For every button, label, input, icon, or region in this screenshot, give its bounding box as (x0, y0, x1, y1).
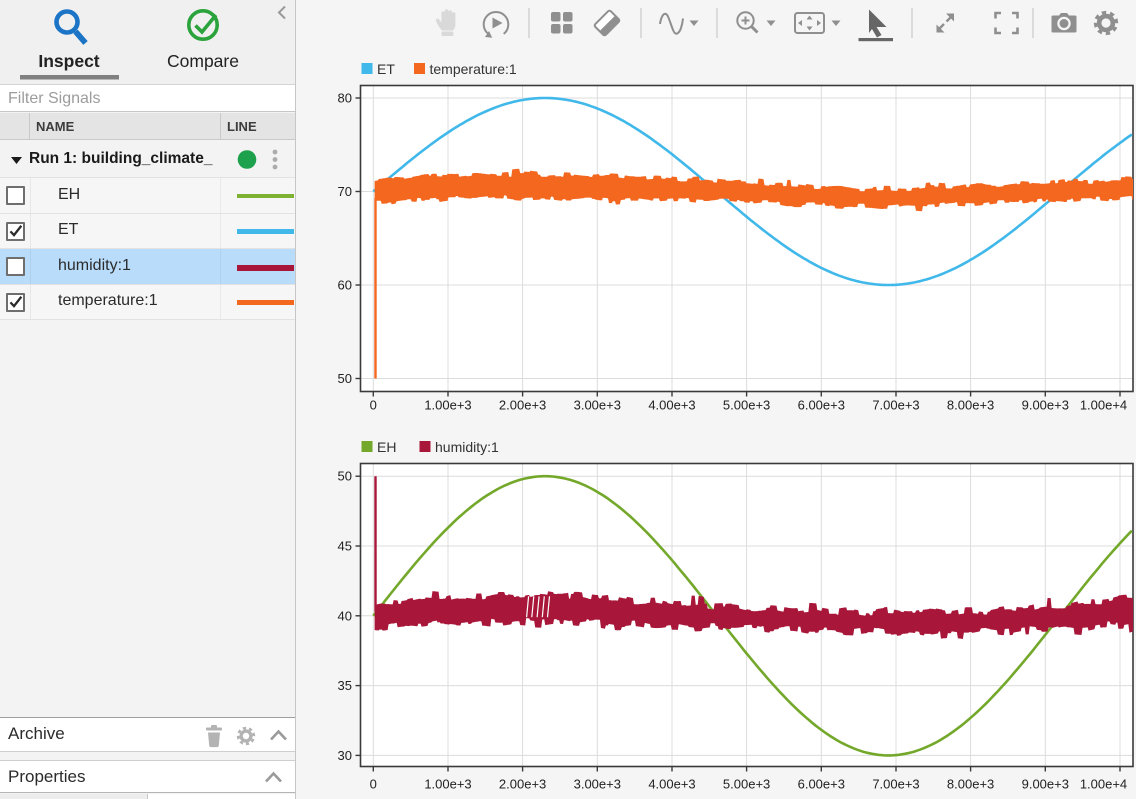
svg-text:3.00e+3: 3.00e+3 (574, 398, 621, 413)
svg-text:1.00e+3: 1.00e+3 (424, 777, 471, 792)
svg-text:humidity:1: humidity:1 (435, 439, 499, 455)
svg-text:1.00e+3: 1.00e+3 (424, 398, 471, 413)
svg-text:Compare: Compare (167, 51, 239, 71)
svg-text:2.00e+3: 2.00e+3 (499, 777, 546, 792)
svg-text:4.00e+3: 4.00e+3 (648, 398, 695, 413)
svg-text:Inspect: Inspect (38, 51, 99, 71)
svg-text:1.00e+4: 1.00e+4 (1080, 777, 1127, 792)
svg-text:2.00e+3: 2.00e+3 (499, 398, 546, 413)
svg-text:8.00e+3: 8.00e+3 (947, 398, 994, 413)
svg-text:9.00e+3: 9.00e+3 (1022, 777, 1069, 792)
svg-text:80: 80 (338, 91, 352, 106)
svg-text:7.00e+3: 7.00e+3 (872, 398, 919, 413)
svg-text:1.00e+4: 1.00e+4 (1080, 398, 1127, 413)
svg-text:70: 70 (338, 184, 352, 199)
svg-text:4.00e+3: 4.00e+3 (648, 777, 695, 792)
svg-text:temperature:1: temperature:1 (430, 61, 517, 77)
svg-text:50: 50 (338, 371, 352, 386)
svg-text:9.00e+3: 9.00e+3 (1022, 398, 1069, 413)
svg-text:5.00e+3: 5.00e+3 (723, 398, 770, 413)
svg-text:ET: ET (377, 61, 395, 77)
svg-text:8.00e+3: 8.00e+3 (947, 777, 994, 792)
svg-text:50: 50 (338, 469, 352, 484)
svg-text:0: 0 (370, 398, 377, 413)
svg-text:3.00e+3: 3.00e+3 (574, 777, 621, 792)
svg-text:6.00e+3: 6.00e+3 (798, 777, 845, 792)
svg-text:45: 45 (338, 539, 352, 554)
svg-text:40: 40 (338, 608, 352, 623)
svg-text:5.00e+3: 5.00e+3 (723, 777, 770, 792)
svg-text:30: 30 (338, 748, 352, 763)
svg-text:EH: EH (377, 439, 396, 455)
svg-text:6.00e+3: 6.00e+3 (798, 398, 845, 413)
svg-text:35: 35 (338, 678, 352, 693)
svg-text:60: 60 (338, 278, 352, 293)
svg-text:7.00e+3: 7.00e+3 (872, 777, 919, 792)
svg-text:0: 0 (370, 777, 377, 792)
